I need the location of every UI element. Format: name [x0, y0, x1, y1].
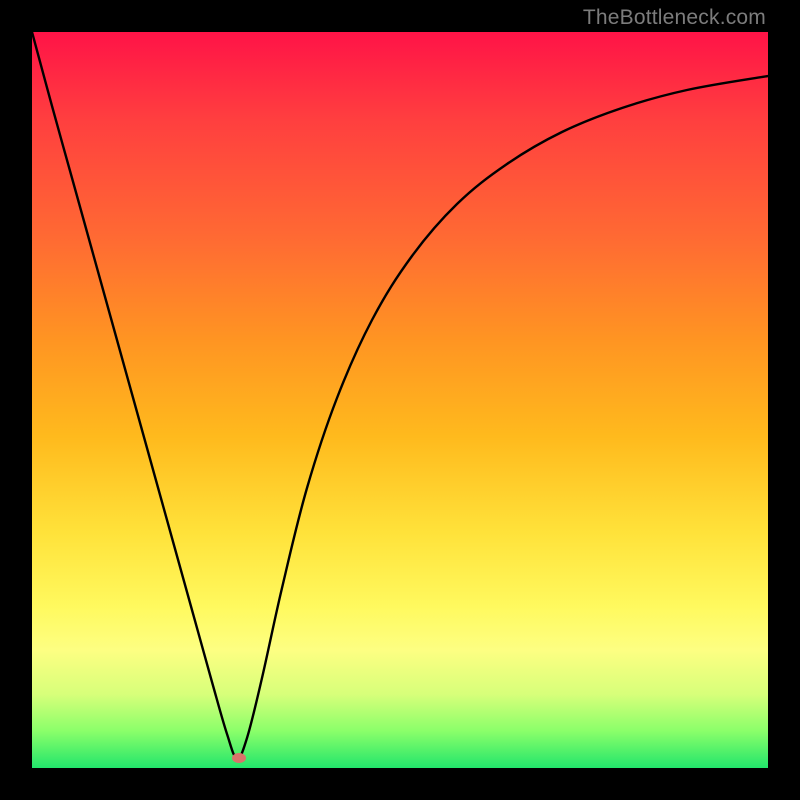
watermark-text: TheBottleneck.com: [583, 6, 766, 30]
bottleneck-curve: [32, 32, 768, 758]
min-point-marker: [232, 753, 246, 763]
plot-area: [32, 32, 768, 768]
curve-svg: [32, 32, 768, 768]
chart-frame: TheBottleneck.com: [0, 0, 800, 800]
